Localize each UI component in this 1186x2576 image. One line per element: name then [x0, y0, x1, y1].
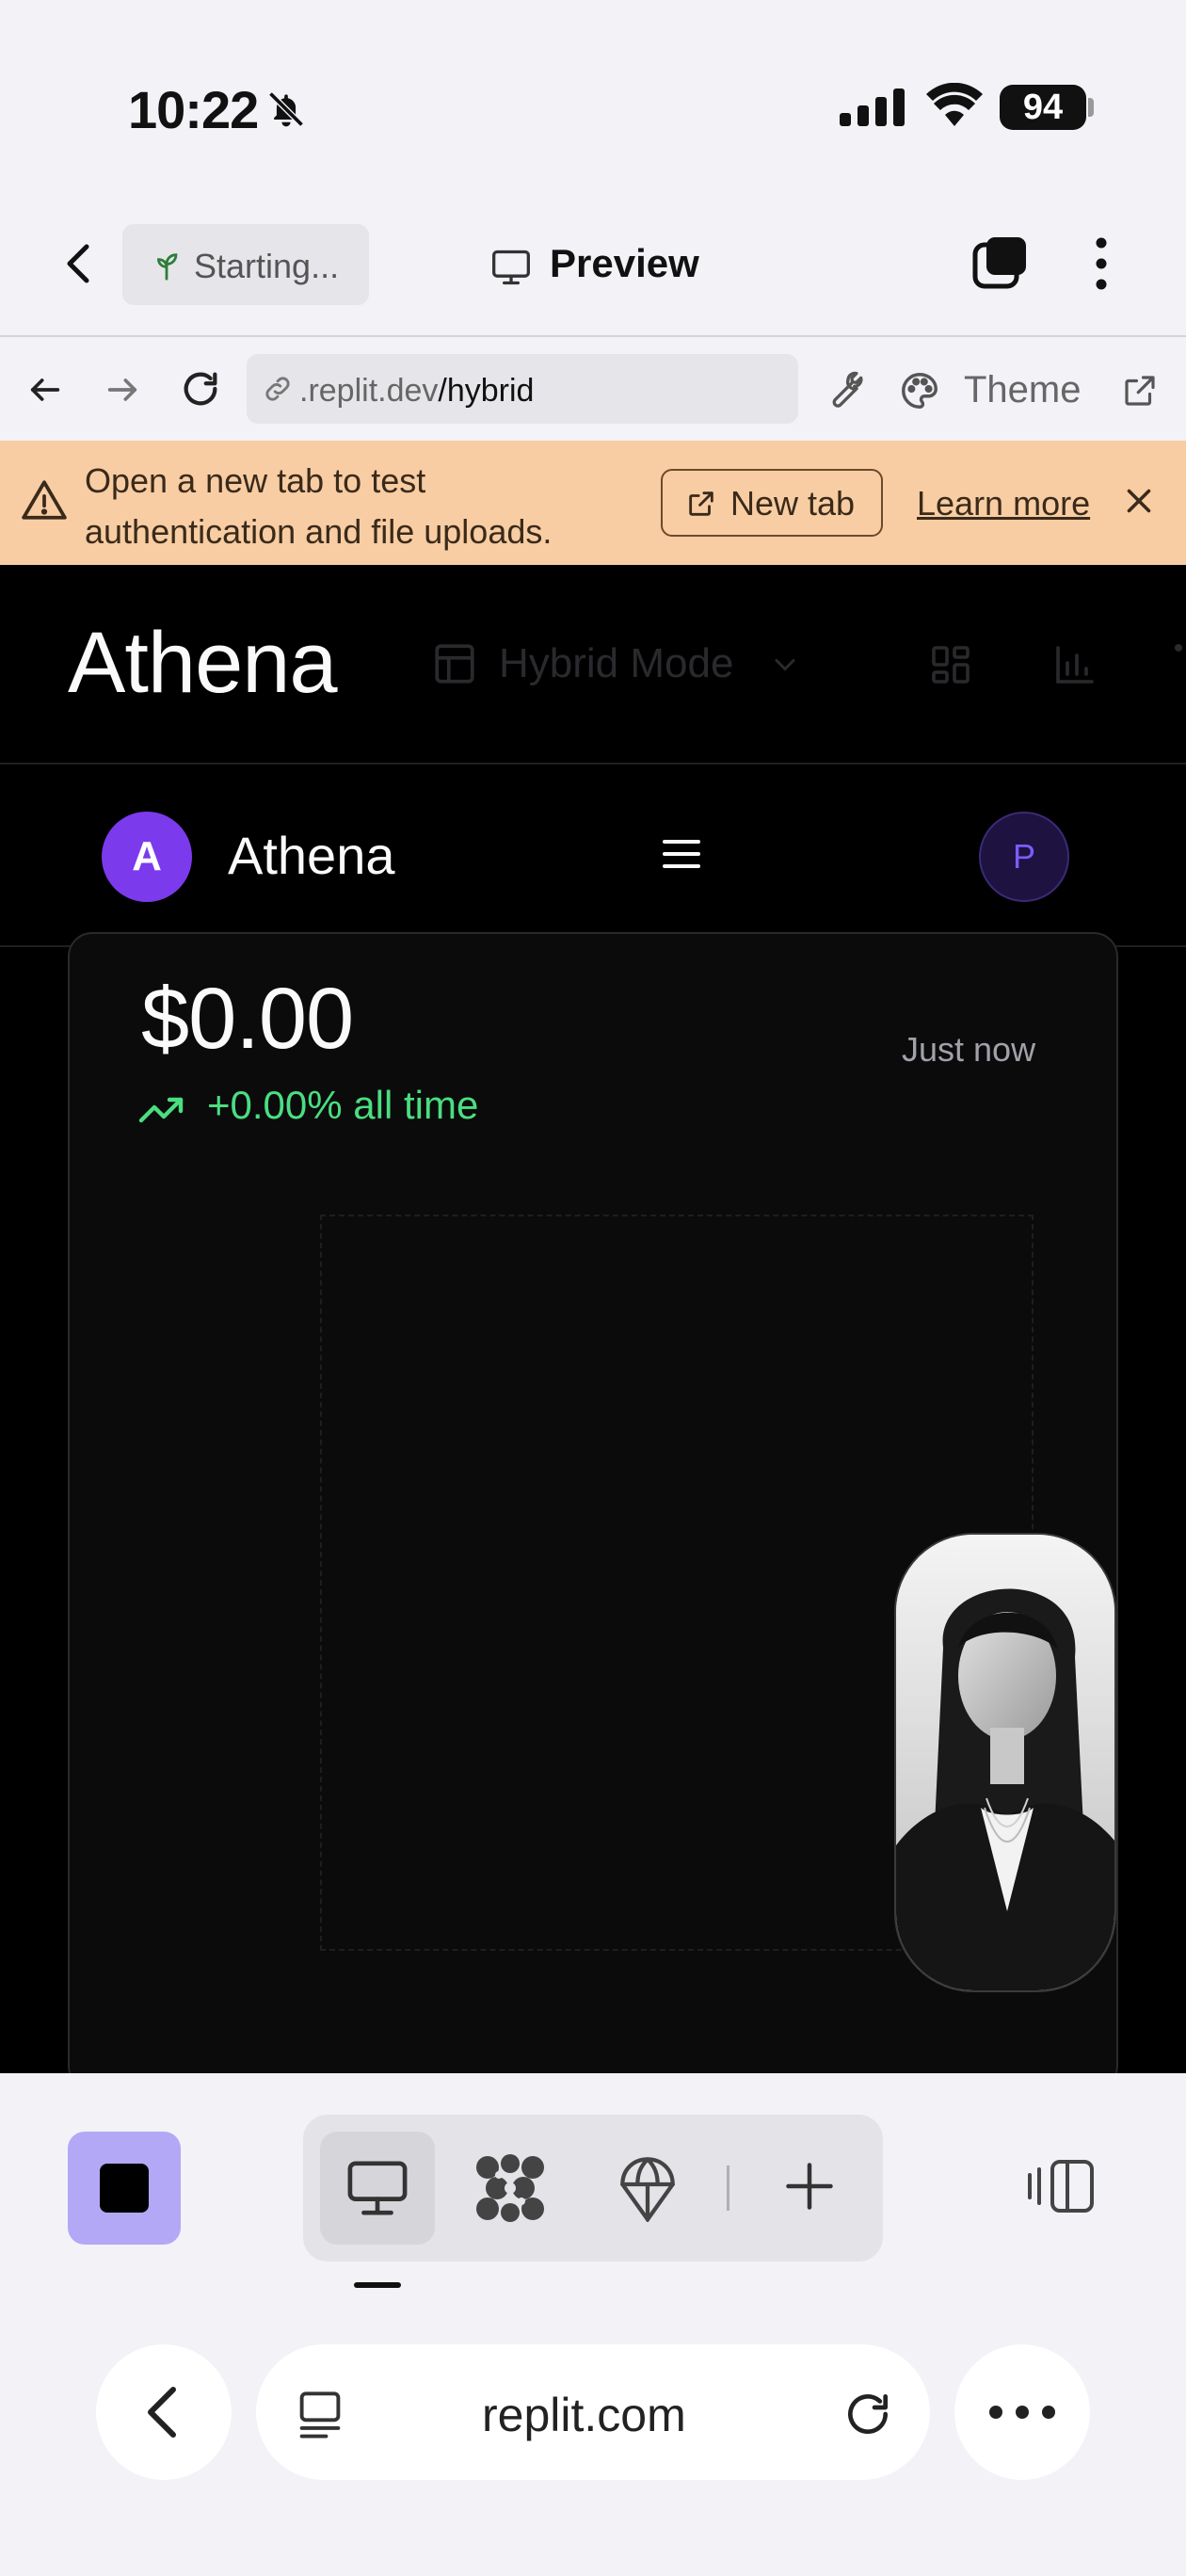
- safari-domain: replit.com: [482, 2389, 686, 2441]
- url-text: .replit.dev/hybrid: [299, 373, 534, 410]
- app-title: Athena: [228, 826, 395, 885]
- banner-message: Open a new tab to test authentication an…: [85, 461, 553, 551]
- back-chevron-icon: [141, 2384, 183, 2440]
- chevron-down-icon: [768, 648, 802, 682]
- tabs-icon[interactable]: [971, 235, 1028, 292]
- bar-chart-icon[interactable]: [1052, 642, 1098, 687]
- close-icon[interactable]: [1122, 484, 1156, 518]
- sprout-icon: [151, 250, 183, 282]
- assistant-portrait[interactable]: [894, 1533, 1116, 1992]
- arrow-right-icon[interactable]: [104, 371, 141, 409]
- hamburger-icon[interactable]: [663, 838, 700, 870]
- wrench-icon[interactable]: [823, 369, 864, 411]
- repl-status-label: Starting...: [194, 247, 340, 285]
- panel-toggle-icon[interactable]: [1026, 2156, 1096, 2216]
- active-tab-indicator: [354, 2282, 401, 2288]
- agent-icon[interactable]: [474, 2154, 546, 2222]
- battery-nub: [1088, 98, 1094, 117]
- more-vertical-icon[interactable]: [1094, 235, 1109, 292]
- url-path: /hybrid: [438, 373, 535, 409]
- learn-more-link[interactable]: Learn more: [917, 484, 1090, 523]
- pane-title: Preview: [550, 241, 699, 285]
- brand-logo: Athena: [68, 615, 338, 711]
- theme-button[interactable]: Theme: [964, 369, 1082, 411]
- status-time: 10:22: [128, 80, 259, 139]
- ellipsis-icon: [988, 2405, 1056, 2420]
- portfolio-balance: $0.00: [141, 971, 354, 1067]
- plus-icon[interactable]: [781, 2158, 838, 2214]
- bell-slash-icon: [265, 89, 307, 130]
- battery-level: 94: [1000, 85, 1086, 130]
- portfolio-change: +0.00% all time: [207, 1083, 479, 1127]
- link-icon: [262, 373, 294, 405]
- tab-overview-icon[interactable]: [296, 2390, 345, 2442]
- deploy-icon[interactable]: [617, 2154, 678, 2222]
- grid-icon[interactable]: [928, 642, 973, 687]
- external-link-icon: [685, 488, 717, 520]
- reload-icon[interactable]: [179, 367, 222, 411]
- mode-selector[interactable]: Hybrid Mode: [499, 640, 733, 687]
- external-link-icon[interactable]: [1120, 371, 1160, 411]
- cellular-signal-icon: [840, 89, 906, 126]
- warning-icon: [21, 478, 68, 522]
- last-updated: Just now: [902, 1030, 1036, 1069]
- stop-icon: [100, 2164, 149, 2213]
- reload-icon[interactable]: [841, 2388, 894, 2440]
- arrow-left-icon[interactable]: [26, 371, 64, 409]
- new-tab-label: New tab: [730, 484, 856, 523]
- trend-up-icon: [137, 1090, 186, 1128]
- monitor-icon: [345, 2158, 410, 2218]
- wifi-icon: [926, 83, 983, 126]
- toolbar-divider: [727, 2165, 729, 2211]
- layout-icon: [431, 640, 478, 687]
- profile-avatar[interactable]: P: [979, 812, 1069, 902]
- palette-icon[interactable]: [898, 369, 941, 412]
- url-domain: .replit.dev: [299, 373, 439, 409]
- app-avatar: A: [102, 812, 192, 902]
- overflow-dot: [1175, 644, 1182, 652]
- monitor-icon: [489, 247, 533, 288]
- back-chevron-icon[interactable]: [62, 243, 96, 284]
